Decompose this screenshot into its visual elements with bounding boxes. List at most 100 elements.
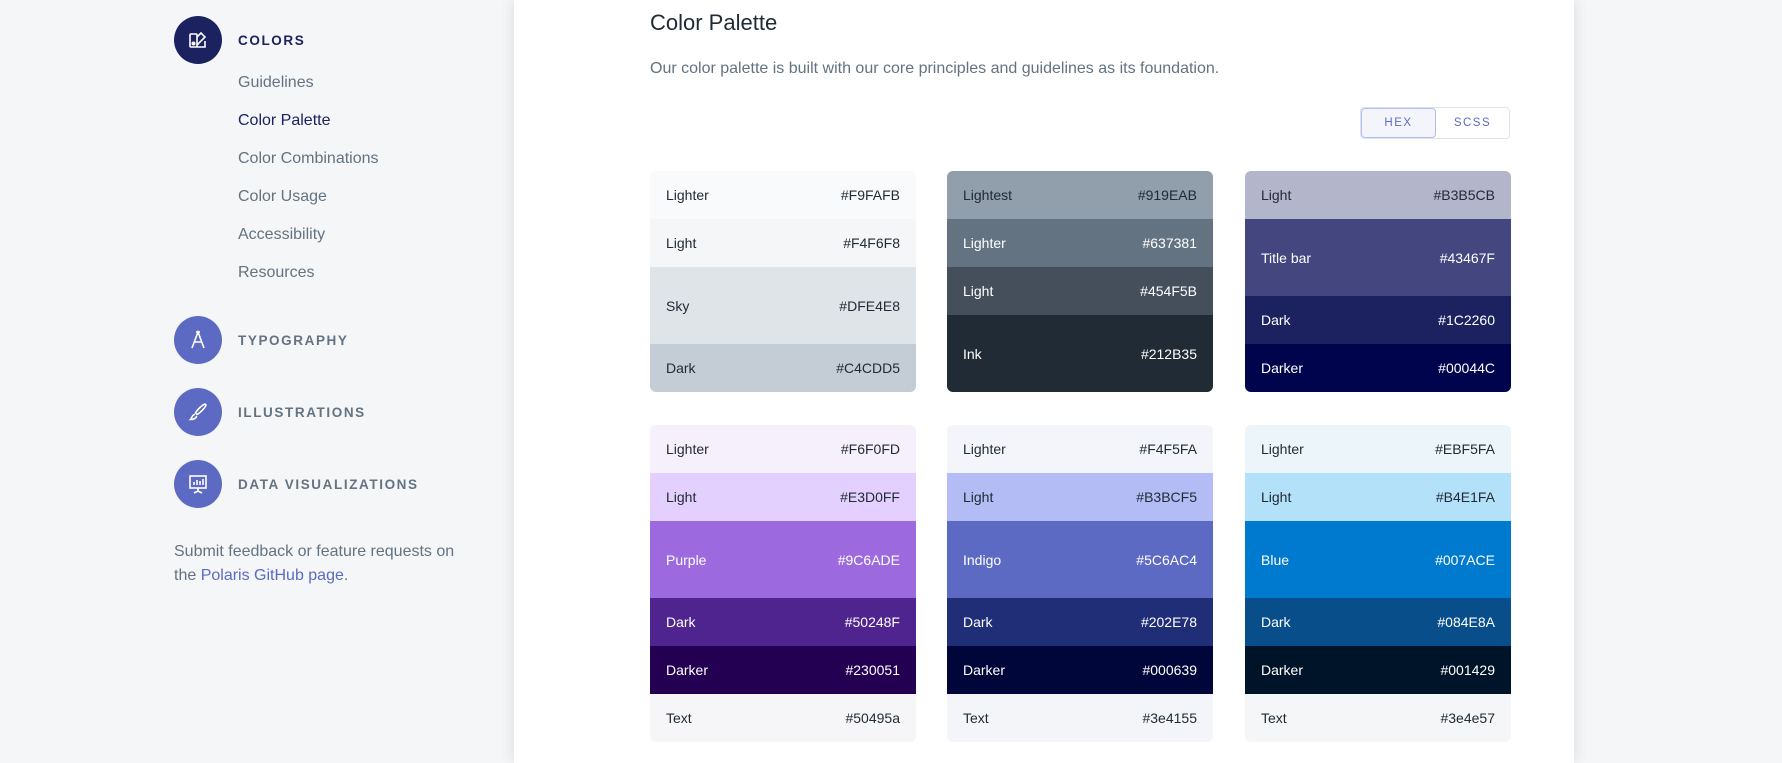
section-data-visualizations[interactable]: DATA VISUALIZATIONS: [174, 460, 419, 508]
swatch-label: Text: [963, 710, 989, 726]
swatch-label: Light: [1261, 489, 1292, 505]
page-description: Our color palette is built with our core…: [650, 60, 1220, 77]
section-typography[interactable]: TYPOGRAPHY: [174, 316, 349, 364]
swatch-label: Text: [666, 710, 692, 726]
swatch-hex-value: #9C6ADE: [837, 551, 900, 568]
swatch-label: Light: [666, 489, 697, 505]
subnav-item-accessibility[interactable]: Accessibility: [238, 222, 379, 260]
swatch-hex-value: #50248F: [844, 614, 900, 630]
swatch-hex-value: #50495a: [845, 710, 900, 726]
swatch-label: Title bar: [1261, 249, 1312, 266]
swatch-label: Sky: [666, 297, 690, 314]
color-swatch[interactable]: Dark #1C2260: [1245, 296, 1511, 344]
color-swatch[interactable]: Lighter #F6F0FD: [650, 425, 916, 473]
color-swatch[interactable]: Ink #212B35: [947, 315, 1213, 392]
github-link[interactable]: Polaris GitHub page: [201, 567, 344, 584]
color-swatch[interactable]: Purple #9C6ADE: [650, 521, 916, 598]
palette-card-blue: Lighter #EBF5FA Light #B4E1FA Blue #007ACE Dar…: [1245, 425, 1511, 742]
color-swatch[interactable]: Lightest #919EAB: [947, 171, 1213, 219]
swatch-hex-value: #B4E1FA: [1435, 489, 1495, 505]
color-swatch[interactable]: Dark #202E78: [947, 598, 1213, 646]
section-colors[interactable]: COLORS: [174, 16, 305, 64]
swatch-label: Light: [963, 283, 994, 299]
color-swatch[interactable]: Lighter #F4F5FA: [947, 425, 1213, 473]
palette-card-ink: Lightest #919EAB Lighter #637381 Light #454F5…: [947, 171, 1213, 392]
color-swatch[interactable]: Light #454F5B: [947, 267, 1213, 315]
swatch-hex-value: #3e4e57: [1440, 710, 1495, 726]
color-swatch[interactable]: Light #B3BCF5: [947, 473, 1213, 521]
swatch-hex-value: #EBF5FA: [1435, 441, 1495, 457]
swatch-label: Lighter: [963, 235, 1006, 251]
palette-card-sky: Lighter #F9FAFB Light #F4F6F8 Sky #DFE4E8 Dark…: [650, 171, 916, 392]
section-illustrations[interactable]: ILLUSTRATIONS: [174, 388, 366, 436]
color-swatch[interactable]: Dark #C4CDD5: [650, 344, 916, 392]
swatch-label: Darker: [1261, 662, 1304, 678]
colors-subnav: Guidelines Color Palette Color Combinati…: [238, 70, 379, 298]
feedback-suffix: .: [343, 567, 349, 584]
swatch-hex-value: #F9FAFB: [840, 187, 900, 203]
swatch-hex-value: #001429: [1440, 662, 1495, 678]
swatch-label: Indigo: [963, 551, 1002, 568]
swatch-hex-value: #084E8A: [1437, 614, 1495, 630]
swatch-label: Light: [963, 489, 994, 505]
swatch-hex-value: #454F5B: [1140, 283, 1197, 299]
swatch-label: Text: [1261, 710, 1287, 726]
color-swatch-icon: [174, 16, 222, 64]
color-swatch[interactable]: Light #B4E1FA: [1245, 473, 1511, 521]
color-swatch[interactable]: Darker #001429: [1245, 646, 1511, 694]
color-swatch[interactable]: Darker #000639: [947, 646, 1213, 694]
subnav-item-resources[interactable]: Resources: [238, 260, 379, 298]
swatch-hex-value: #F4F6F8: [843, 235, 900, 251]
color-swatch[interactable]: Darker #00044C: [1245, 344, 1511, 392]
swatch-hex-value: #202E78: [1140, 614, 1197, 630]
color-swatch[interactable]: Text #3e4e57: [1245, 694, 1511, 742]
swatch-hex-value: #919EAB: [1137, 187, 1197, 203]
color-swatch[interactable]: Lighter #F9FAFB: [650, 171, 916, 219]
swatch-hex-value: #1C2260: [1438, 312, 1495, 328]
swatch-hex-value: #F6F0FD: [840, 441, 900, 457]
palette-card-blue-lighter: Light #B3B5CB Title bar #43467F Dark #1C2260 D…: [1245, 171, 1511, 392]
color-swatch[interactable]: Dark #50248F: [650, 598, 916, 646]
swatch-label: Dark: [1261, 614, 1291, 630]
color-swatch[interactable]: Light #F4F6F8: [650, 219, 916, 267]
swatch-label: Darker: [963, 662, 1006, 678]
hex-toggle-button[interactable]: HEX: [1361, 108, 1436, 138]
swatch-hex-value: #C4CDD5: [836, 360, 900, 376]
color-swatch[interactable]: Title bar #43467F: [1245, 219, 1511, 296]
swatch-label: Dark: [666, 614, 696, 630]
swatch-hex-value: #007ACE: [1435, 551, 1495, 568]
swatch-label: Ink: [963, 345, 982, 362]
subnav-item-color-combinations[interactable]: Color Combinations: [238, 146, 379, 184]
color-swatch[interactable]: Dark #084E8A: [1245, 598, 1511, 646]
main-panel: Color Palette Our color palette is built…: [514, 0, 1574, 763]
swatch-label: Darker: [1261, 360, 1304, 376]
swatch-label: Dark: [666, 360, 696, 376]
color-swatch[interactable]: Darker #230051: [650, 646, 916, 694]
color-swatch[interactable]: Text #50495a: [650, 694, 916, 742]
subnav-item-color-usage[interactable]: Color Usage: [238, 184, 379, 222]
swatch-label: Lighter: [666, 187, 709, 203]
swatch-hex-value: #230051: [845, 662, 900, 678]
color-swatch[interactable]: Lighter #EBF5FA: [1245, 425, 1511, 473]
swatch-hex-value: #B3B5CB: [1433, 187, 1495, 203]
color-swatch[interactable]: Lighter #637381: [947, 219, 1213, 267]
subnav-item-color-palette[interactable]: Color Palette: [238, 108, 379, 146]
color-swatch[interactable]: Light #B3B5CB: [1245, 171, 1511, 219]
color-swatch[interactable]: Sky #DFE4E8: [650, 267, 916, 344]
color-swatch[interactable]: Indigo #5C6AC4: [947, 521, 1213, 598]
color-swatch[interactable]: Blue #007ACE: [1245, 521, 1511, 598]
format-toggle: HEX SCSS: [1360, 107, 1510, 139]
brush-icon: [174, 388, 222, 436]
subnav-item-guidelines[interactable]: Guidelines: [238, 70, 379, 108]
swatch-hex-value: #5C6AC4: [1136, 551, 1197, 568]
swatch-label: Lighter: [666, 441, 709, 457]
color-swatch[interactable]: Text #3e4155: [947, 694, 1213, 742]
palette-card-indigo: Lighter #F4F5FA Light #B3BCF5 Indigo #5C6AC4 D…: [947, 425, 1213, 742]
palette-card-purple: Lighter #F6F0FD Light #E3D0FF Purple #9C6ADE D…: [650, 425, 916, 742]
swatch-hex-value: #DFE4E8: [839, 297, 900, 314]
swatch-hex-value: #43467F: [1439, 249, 1495, 266]
scss-toggle-button[interactable]: SCSS: [1436, 108, 1509, 138]
color-swatch[interactable]: Light #E3D0FF: [650, 473, 916, 521]
swatch-hex-value: #00044C: [1438, 360, 1495, 376]
swatch-hex-value: #212B35: [1140, 345, 1197, 362]
